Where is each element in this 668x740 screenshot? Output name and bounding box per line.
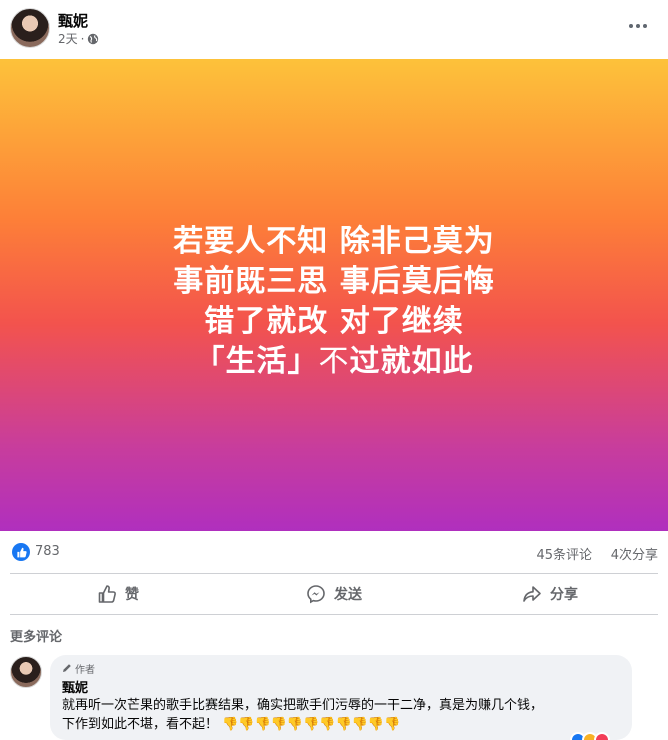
- send-label: 发送: [334, 587, 362, 603]
- image-text-line-4-part2: 不: [318, 344, 350, 379]
- author-name[interactable]: 甄妮: [58, 10, 88, 31]
- comment-author-name[interactable]: 甄妮: [62, 677, 620, 696]
- post-stats: 783 45条评论 4次分享: [0, 532, 668, 572]
- actions-divider: [10, 614, 658, 615]
- image-text-line-4-part3: 过就如此: [349, 344, 474, 379]
- post-time[interactable]: 2天: [58, 30, 78, 47]
- more-icon[interactable]: [622, 14, 654, 38]
- more-comments-link[interactable]: 更多评论: [10, 626, 62, 645]
- post-actions: 赞 发送 分享: [10, 574, 658, 614]
- comments-count[interactable]: 45条评论: [536, 544, 592, 563]
- love-reaction-icon: [594, 732, 610, 740]
- share-label: 分享: [550, 587, 578, 603]
- like-count[interactable]: 783: [35, 544, 60, 559]
- author-avatar[interactable]: [10, 8, 50, 48]
- comment-text-line-2: 下作到如此不堪，看不起！ 👎👎👎👎👎👎👎👎👎👎👎: [62, 716, 620, 734]
- thumbs-down-icon: 👎👎👎👎👎👎👎👎👎👎👎: [222, 717, 401, 732]
- comment-bubble: 作者 甄妮 就再听一次芒果的歌手比赛结果，确实把歌手们污辱的一干二净，真是为赚几…: [50, 655, 632, 740]
- like-label: 赞: [125, 587, 139, 603]
- image-text-line-4: 「生活」不过就如此: [195, 342, 474, 382]
- send-button[interactable]: 发送: [226, 574, 442, 614]
- shares-count[interactable]: 4次分享: [611, 544, 658, 563]
- post-meta: 2天 ·: [58, 30, 99, 47]
- meta-separator: ·: [80, 31, 85, 46]
- image-text-line-4-part1: 「生活」: [194, 344, 319, 379]
- globe-icon: [88, 33, 99, 44]
- author-badge-label: 作者: [75, 664, 95, 676]
- comment-reactions[interactable]: [570, 732, 610, 740]
- comment-text-line-1: 就再听一次芒果的歌手比赛结果，确实把歌手们污辱的一干二净，真是为赚几个钱，: [62, 698, 544, 713]
- messenger-icon: [307, 585, 325, 604]
- comment-avatar[interactable]: [10, 656, 42, 688]
- like-icon: [98, 585, 116, 603]
- image-text-line-2: 事前既三思 事后莫后悔: [173, 264, 495, 299]
- post-header: 甄妮 2天 ·: [0, 0, 668, 58]
- image-text-line-3: 错了就改 对了继续: [204, 304, 464, 339]
- like-reaction-icon[interactable]: [12, 543, 30, 561]
- author-badge: 作者: [62, 661, 620, 676]
- like-button[interactable]: 赞: [10, 574, 226, 614]
- pencil-icon: [63, 664, 71, 672]
- share-button[interactable]: 分享: [442, 574, 658, 614]
- share-icon: [523, 586, 541, 602]
- image-text-line-1: 若要人不知 除非己莫为: [173, 224, 495, 259]
- post-image[interactable]: 若要人不知 除非己莫为 事前既三思 事后莫后悔 错了就改 对了继续 「生活」不过…: [0, 59, 668, 531]
- comment-text-line-2-body: 下作到如此不堪，看不起！: [62, 717, 219, 732]
